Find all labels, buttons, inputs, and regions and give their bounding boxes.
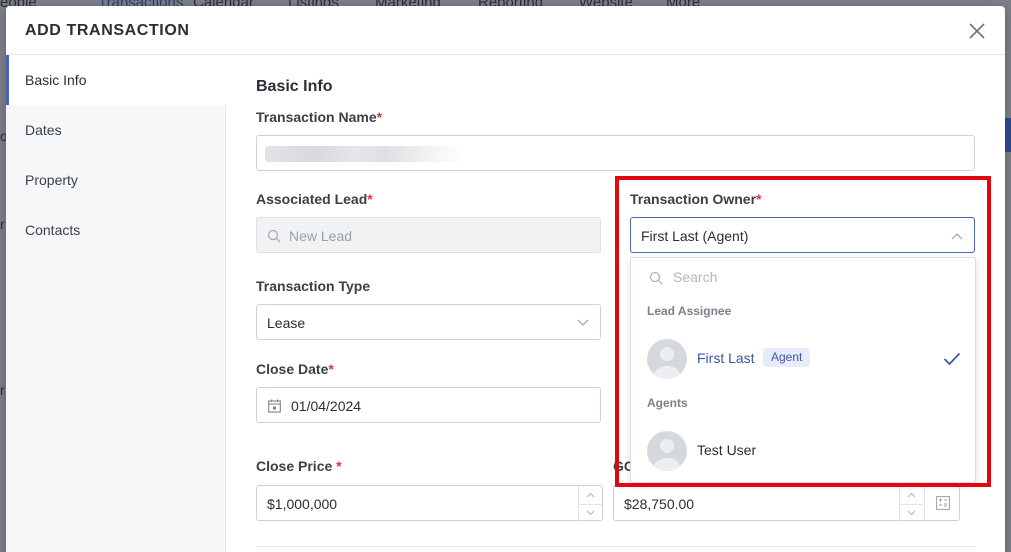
bg-fragment: r: [0, 216, 5, 232]
close-button[interactable]: [966, 20, 988, 42]
agent-badge: Agent: [763, 348, 811, 367]
gci-value: $28,750.00: [624, 496, 695, 512]
bg-fragment: r: [0, 382, 5, 398]
required-mark: *: [367, 191, 373, 207]
close-icon: [969, 23, 985, 39]
dropdown-search-input[interactable]: Search: [645, 266, 965, 290]
side-nav-item-property[interactable]: Property: [6, 155, 226, 205]
chevron-down-icon: [586, 510, 595, 516]
side-nav-item-basic-info[interactable]: Basic Info: [6, 55, 226, 105]
transaction-owner-select[interactable]: First Last (Agent): [630, 217, 975, 253]
associated-lead-placeholder: New Lead: [289, 228, 353, 244]
checkmark-icon: [943, 352, 961, 366]
calendar-icon: [268, 399, 281, 413]
close-price-label-text: Close Price: [256, 458, 333, 474]
chevron-up-icon: [586, 492, 595, 498]
associated-lead-input[interactable]: New Lead: [256, 217, 601, 253]
close-date-label-text: Close Date: [256, 361, 329, 377]
close-price-stepper[interactable]: [578, 486, 602, 522]
calculator-button[interactable]: [924, 486, 960, 520]
required-mark: *: [756, 191, 762, 207]
user-avatar-icon: [654, 347, 680, 379]
increment-button[interactable]: [900, 486, 923, 503]
gci-input[interactable]: $28,750.00: [613, 485, 960, 522]
search-icon: [267, 229, 281, 243]
chevron-up-icon: [951, 233, 963, 240]
group-label-agents: Agents: [647, 396, 688, 410]
transaction-owner-dropdown: Search Lead Assignee First Last Agent Ag…: [630, 257, 976, 483]
section-divider: [256, 546, 976, 547]
required-mark: *: [336, 458, 342, 474]
side-nav-item-contacts[interactable]: Contacts: [6, 205, 226, 255]
decrement-button[interactable]: [900, 504, 923, 521]
transaction-name-input[interactable]: [256, 135, 975, 171]
bg-accent-strip: [1005, 118, 1011, 152]
associated-lead-label-text: Associated Lead: [256, 191, 368, 207]
close-date-input[interactable]: 01/04/2024: [256, 387, 601, 423]
avatar: [647, 431, 687, 471]
close-price-value: $1,000,000: [267, 496, 338, 512]
option-name: First Last: [697, 350, 755, 366]
add-transaction-modal: ADD TRANSACTION Basic Info Dates Propert…: [6, 6, 1005, 552]
avatar: [647, 339, 687, 379]
section-title: Basic Info: [256, 78, 333, 95]
chevron-down-icon: [907, 510, 916, 516]
decrement-button[interactable]: [579, 504, 602, 521]
modal-header: ADD TRANSACTION: [6, 6, 1005, 55]
transaction-owner-label-text: Transaction Owner: [630, 191, 757, 207]
option-name: Test User: [697, 442, 757, 458]
transaction-name-label-text: Transaction Name: [256, 109, 377, 125]
required-mark: *: [376, 109, 383, 125]
required-mark: *: [328, 361, 334, 377]
user-avatar-icon: [654, 439, 680, 471]
modal-side-nav: Basic Info Dates Property Contacts: [6, 55, 226, 552]
side-nav-item-dates[interactable]: Dates: [6, 105, 226, 155]
transaction-owner-label: Transaction Owner*: [630, 191, 762, 207]
gci-stepper[interactable]: [899, 486, 923, 522]
close-price-label: Close Price *: [256, 458, 342, 474]
chevron-down-icon: [577, 319, 589, 326]
increment-button[interactable]: [579, 486, 602, 503]
redacted-value: [265, 146, 465, 162]
close-date-value: 01/04/2024: [291, 398, 362, 414]
owner-option-test-user[interactable]: Test User: [631, 428, 975, 474]
modal-title: ADD TRANSACTION: [25, 22, 190, 39]
close-price-input[interactable]: $1,000,000: [256, 485, 603, 522]
associated-lead-label: Associated Lead*: [256, 191, 373, 207]
calculator-icon: [936, 496, 950, 510]
chevron-up-icon: [907, 492, 916, 498]
group-label-lead-assignee: Lead Assignee: [647, 304, 732, 318]
transaction-name-label: Transaction Name*: [256, 109, 382, 125]
transaction-type-value: Lease: [267, 315, 306, 331]
close-date-label: Close Date*: [256, 361, 334, 377]
dropdown-search-placeholder: Search: [673, 269, 718, 285]
transaction-owner-value: First Last (Agent): [641, 228, 749, 244]
transaction-type-select[interactable]: Lease: [256, 304, 601, 340]
search-icon: [649, 271, 663, 285]
owner-option-first-last[interactable]: First Last Agent: [631, 336, 975, 382]
transaction-type-label: Transaction Type: [256, 278, 371, 294]
